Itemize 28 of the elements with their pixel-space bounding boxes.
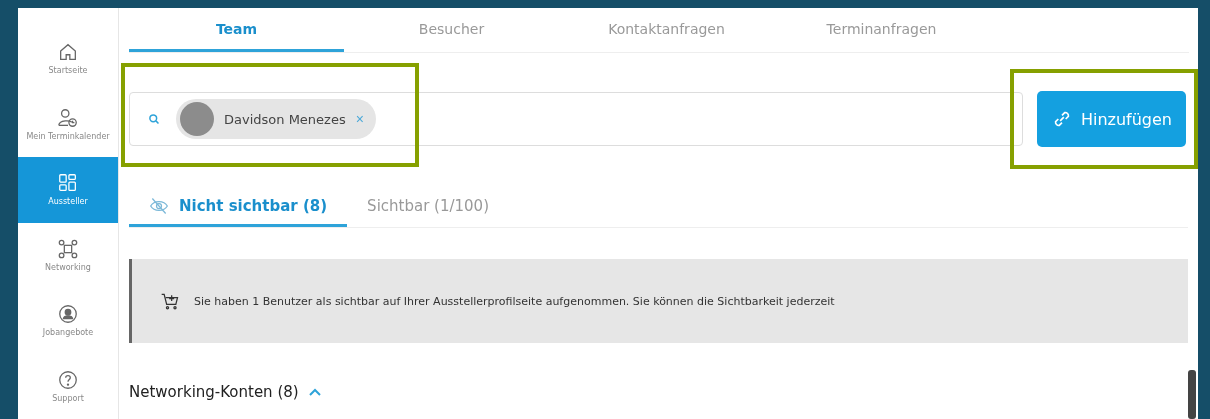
sidebar-item[interactable]: Aussteller [18,157,118,223]
tab[interactable]: Nicht sichtbar (8) [129,187,348,227]
sidebar-item[interactable]: Startseite [18,26,118,92]
tab[interactable]: Terminanfragen [774,8,989,52]
scrollbar[interactable] [1188,370,1196,419]
chevron-up-icon[interactable] [308,388,321,396]
person-clock-icon [57,106,79,129]
tab[interactable]: Besucher [344,8,559,52]
nodes-icon [57,237,79,260]
tab[interactable]: Kontaktanfragen [559,8,774,52]
search-field[interactable]: Davidson Menezes × [129,92,1023,146]
eye-off-icon [149,195,169,216]
sidebar-item[interactable]: Networking [18,222,118,288]
notice-text: Sie haben 1 Benutzer als sichtbar auf Ihrer Ausstellerprofilseite aufgenommen. Sie können die Sichtbarkeit jederzeit [194,294,835,308]
tab[interactable]: Sichtbar (1/100) [347,187,509,227]
sidebar-item[interactable]: Mein Terminkalender [18,91,118,157]
sidebar-item[interactable]: Jobangebote [18,288,118,354]
add-button[interactable]: Hinzufügen [1036,91,1186,147]
help-icon [57,368,79,391]
chip-label: Davidson Menezes [224,111,346,127]
search-icon [148,113,160,125]
remove-button[interactable]: × [355,111,364,127]
cart-icon [160,291,180,311]
section-title: Networking-Konten (8) [129,383,299,401]
person-circle-icon [57,303,79,326]
tab[interactable]: Team [129,8,344,52]
sidebar-item[interactable]: Support [18,353,118,419]
avatar-placeholder [180,102,214,136]
